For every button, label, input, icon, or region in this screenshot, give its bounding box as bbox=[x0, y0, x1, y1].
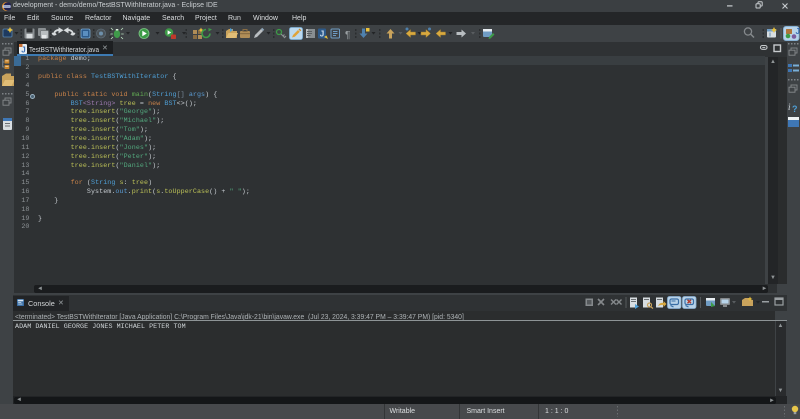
svg-text:J: J bbox=[320, 30, 324, 39]
svg-text:i: i bbox=[788, 102, 791, 112]
svg-text:J: J bbox=[21, 46, 25, 55]
svg-text:?: ? bbox=[792, 104, 798, 114]
svg-text:J: J bbox=[796, 27, 800, 36]
svg-text:¶: ¶ bbox=[345, 30, 350, 41]
